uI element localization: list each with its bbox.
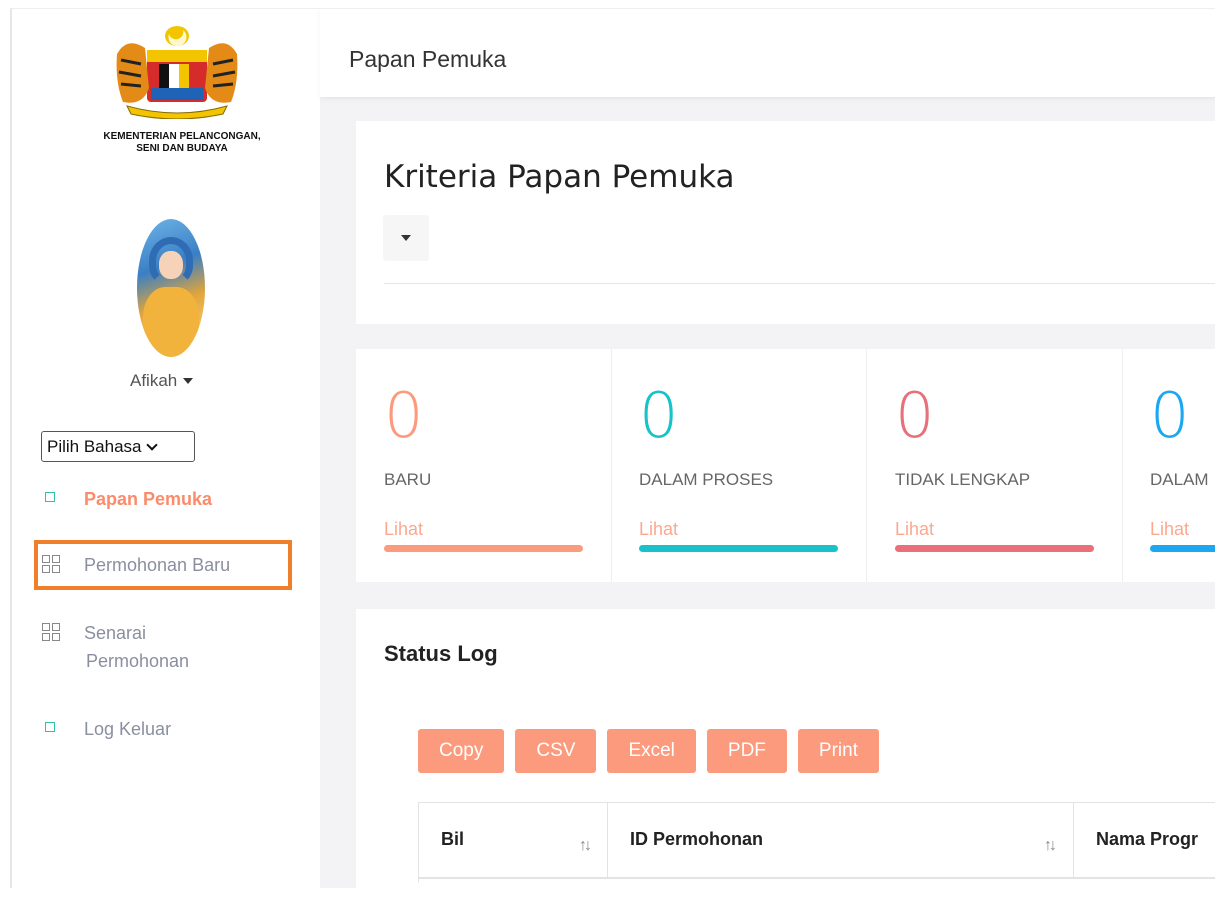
divider — [384, 283, 1215, 284]
stat-card-tidak-lengkap: 0 TIDAK LENGKAP Lihat — [867, 349, 1123, 582]
sidebar-item-senarai-permohonan[interactable]: Senarai Permohonan — [42, 619, 189, 675]
criteria-title: Kriteria Papan Pemuka — [384, 159, 735, 195]
stat-view-link[interactable]: Lihat — [895, 519, 934, 540]
column-header-label: ID Permohonan — [630, 829, 764, 849]
sort-icon: ↑↓ — [1044, 837, 1057, 854]
grid-icon — [42, 555, 60, 573]
sidebar-item-label: Log Keluar — [84, 719, 172, 739]
status-log-table: Bil ↑↓ ID Permohonan ↑↓ Nama Progr — [418, 802, 1215, 882]
pdf-button[interactable]: PDF — [706, 729, 787, 773]
column-header-label: Bil — [441, 829, 465, 849]
language-select[interactable]: Pilih Bahasa — [41, 431, 195, 462]
sidebar-item-permohonan-baru[interactable]: Permohonan Baru — [42, 551, 230, 579]
app-frame: KEMENTERIAN PELANCONGAN, SENI DAN BUDAYA… — [10, 8, 1215, 888]
sidebar-item-log-keluar[interactable]: Log Keluar — [42, 715, 171, 743]
stat-value: 0 — [639, 379, 679, 452]
stat-label: DALAM — [1150, 470, 1209, 489]
caret-down-icon — [183, 378, 194, 384]
language-select-value: Pilih Bahasa — [47, 436, 142, 456]
ministry-line-2: SENI DAN BUDAYA — [136, 143, 228, 154]
user-menu[interactable]: Afikah — [130, 371, 194, 391]
column-header-bil[interactable]: Bil ↑↓ — [419, 803, 608, 879]
stat-color-bar — [895, 545, 1094, 552]
status-log-card: Status Log Copy CSV Excel PDF Print Bil … — [356, 609, 1215, 888]
stat-value: 0 — [1150, 379, 1190, 452]
avatar — [137, 219, 205, 357]
square-icon — [42, 489, 58, 502]
stat-card-dalam-proses: 0 DALAM PROSES Lihat — [611, 349, 867, 582]
column-header-nama-program[interactable]: Nama Progr — [1074, 803, 1215, 879]
ministry-name: KEMENTERIAN PELANCONGAN, SENI DAN BUDAYA — [67, 131, 297, 155]
caret-down-icon — [401, 235, 411, 241]
sidebar-item-label: Permohonan Baru — [84, 555, 231, 575]
top-bar: Papan Pemuka — [320, 9, 1215, 97]
stat-value: 0 — [384, 379, 424, 452]
stat-card-dalam: 0 DALAM Lihat — [1122, 349, 1215, 582]
stat-color-bar — [384, 545, 583, 552]
sidebar-item-papan-pemuka[interactable]: Papan Pemuka — [42, 485, 212, 513]
stat-view-link[interactable]: Lihat — [384, 519, 423, 540]
export-buttons: Copy CSV Excel PDF Print — [418, 729, 879, 773]
stat-label: BARU — [384, 470, 432, 489]
status-log-title: Status Log — [384, 641, 498, 666]
stat-color-bar — [639, 545, 838, 552]
excel-button[interactable]: Excel — [607, 729, 696, 773]
criteria-card: Kriteria Papan Pemuka — [356, 121, 1215, 324]
chevron-down-icon — [145, 438, 158, 451]
stats-row: 0 BARU Lihat 0 DALAM PROSES Lihat 0 TIDA… — [356, 349, 1215, 582]
sidebar-item-label-line-2: Permohonan — [86, 651, 190, 671]
square-icon — [42, 719, 58, 732]
page-title: Papan Pemuka — [349, 46, 507, 72]
csv-button[interactable]: CSV — [515, 729, 597, 773]
column-header-id-permohonan[interactable]: ID Permohonan ↑↓ — [608, 803, 1074, 879]
stat-label: DALAM PROSES — [639, 470, 774, 489]
stat-view-link[interactable]: Lihat — [639, 519, 678, 540]
coat-of-arms-logo — [116, 26, 238, 119]
sidebar-item-label: Papan Pemuka — [84, 489, 213, 509]
criteria-dropdown-button[interactable] — [383, 215, 429, 261]
stat-view-link[interactable]: Lihat — [1150, 519, 1189, 540]
stat-label: TIDAK LENGKAP — [895, 470, 1031, 489]
stat-value: 0 — [895, 379, 935, 452]
stat-color-bar — [1150, 545, 1215, 552]
username-label: Afikah — [130, 371, 178, 390]
stat-card-baru: 0 BARU Lihat — [356, 349, 612, 582]
print-button[interactable]: Print — [797, 729, 879, 773]
copy-button[interactable]: Copy — [418, 729, 505, 773]
column-header-label: Nama Progr — [1096, 829, 1199, 849]
sidebar-item-label-line-1: Senarai — [84, 623, 147, 643]
ministry-line-1: KEMENTERIAN PELANCONGAN, — [103, 131, 261, 142]
grid-icon — [42, 623, 60, 641]
sort-icon: ↑↓ — [579, 837, 592, 854]
main-content: Papan Pemuka Kriteria Papan Pemuka 0 BAR… — [320, 9, 1215, 888]
sidebar-item-label: Senarai Permohonan — [84, 619, 189, 675]
sidebar: KEMENTERIAN PELANCONGAN, SENI DAN BUDAYA… — [12, 9, 320, 888]
